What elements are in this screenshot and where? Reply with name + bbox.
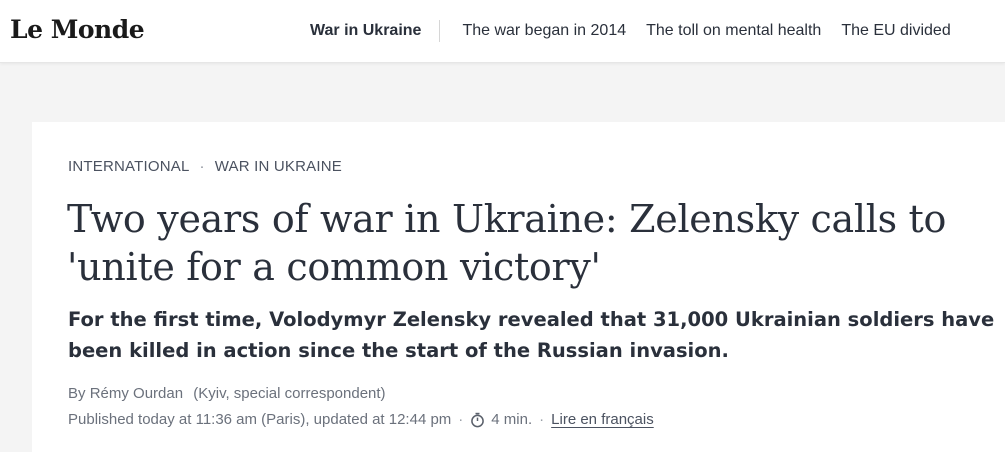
le-monde-logo[interactable]: Le Monde (10, 14, 145, 46)
article-lead: For the first time, Volodymyr Zelensky r… (68, 308, 995, 362)
nav-item-war-in-ukraine[interactable]: War in Ukraine (310, 20, 421, 42)
breadcrumb-war-in-ukraine[interactable]: WAR IN UKRAINE (215, 158, 342, 175)
breadcrumb: INTERNATIONAL · WAR IN UKRAINE (68, 158, 342, 175)
article-headline: Two years of war in Ukraine: Zelensky ca… (67, 197, 947, 289)
nav-item-mental-health[interactable]: The toll on mental health (646, 20, 821, 42)
read-in-french-link[interactable]: Lire en français (551, 411, 654, 428)
author-role: (Kyiv, special correspondent) (193, 385, 386, 402)
stopwatch-icon (470, 412, 485, 428)
reading-time: 4 min. (491, 411, 533, 428)
site-header: Le Monde War in Ukraine The war began in… (0, 0, 1005, 63)
nav-item-eu-divided[interactable]: The EU divided (841, 20, 950, 42)
article-meta: Published today at 11:36 am (Paris), upd… (68, 411, 654, 428)
breadcrumb-separator: · (199, 158, 205, 175)
author-link[interactable]: Rémy Ourdan (90, 385, 183, 402)
byline: By Rémy Ourdan (Kyiv, special correspond… (68, 385, 386, 402)
topic-nav: War in Ukraine The war began in 2014 The… (310, 20, 971, 42)
publish-info: Published today at 11:36 am (Paris), upd… (68, 411, 452, 428)
article-card: INTERNATIONAL · WAR IN UKRAINE Two years… (32, 122, 1005, 452)
meta-separator: · (539, 411, 545, 428)
nav-item-war-began-2014[interactable]: The war began in 2014 (462, 20, 626, 42)
breadcrumb-international[interactable]: INTERNATIONAL (68, 158, 190, 175)
byline-prefix: By (68, 385, 86, 402)
meta-separator: · (458, 411, 464, 428)
nav-divider (439, 20, 441, 42)
